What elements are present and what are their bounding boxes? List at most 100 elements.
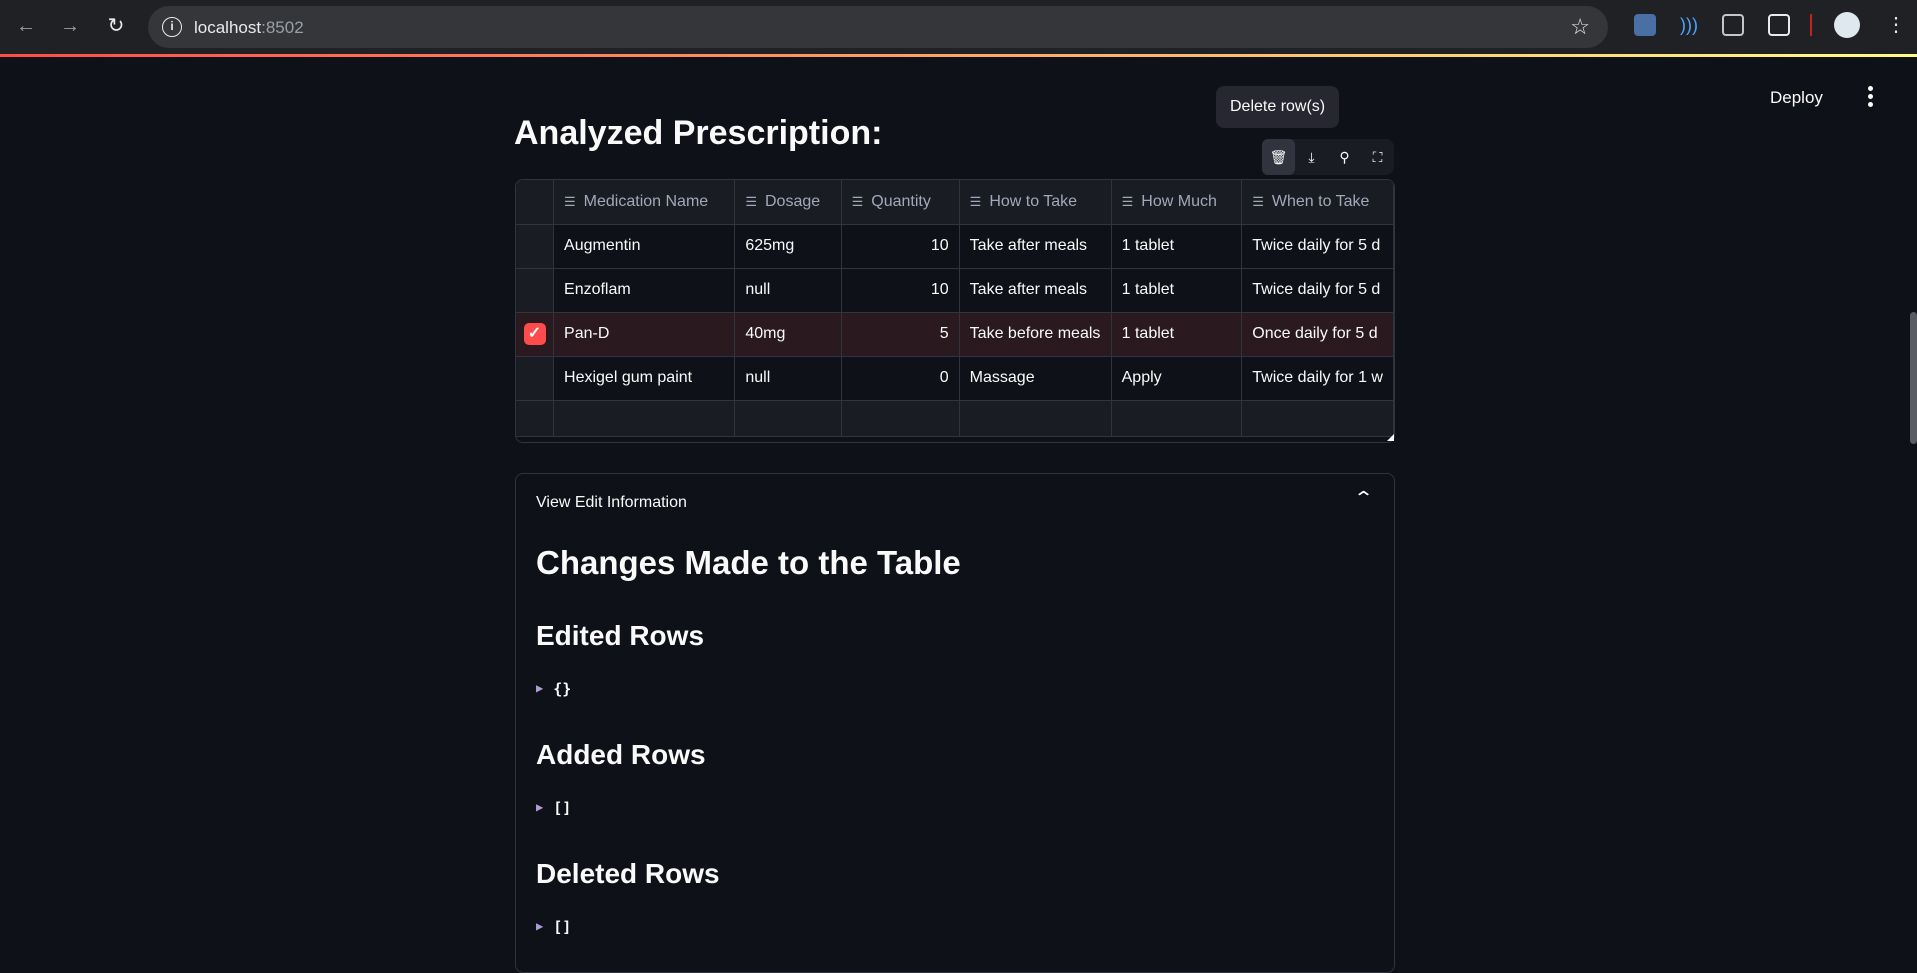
table-cell[interactable]: Apply bbox=[1111, 356, 1243, 401]
table-cell[interactable]: Pan-D bbox=[553, 312, 736, 357]
url-port: :8502 bbox=[261, 18, 304, 37]
reload-icon[interactable]: ↻ bbox=[102, 12, 130, 40]
json-value: [] bbox=[553, 918, 572, 936]
table-cell[interactable]: null bbox=[734, 356, 842, 401]
row-select-cell[interactable]: ✓ bbox=[516, 312, 555, 357]
json-value: [] bbox=[553, 799, 572, 817]
forward-arrow-icon[interactable]: → bbox=[56, 12, 84, 40]
browser-toolbar: ← → ↻ i localhost:8502 ☆ ))) ⋮ bbox=[0, 0, 1917, 54]
chevron-up-icon[interactable]: ⌃ bbox=[1353, 488, 1374, 509]
edit-info-expander: View Edit Information ⌃ Changes Made to … bbox=[515, 473, 1395, 973]
extension-icon-1[interactable] bbox=[1634, 14, 1656, 36]
data-editor-grid: ☰ Medication Name ☰ Dosage ☰ Quantity ☰ How … bbox=[515, 179, 1395, 443]
table-cell[interactable]: Twice daily for 5 d bbox=[1241, 268, 1394, 313]
trash-icon[interactable]: 🗑 bbox=[1262, 139, 1295, 175]
deleted-rows-heading: Deleted Rows bbox=[536, 858, 720, 889]
grid-resize-handle[interactable] bbox=[1387, 434, 1394, 441]
toolbar-divider bbox=[1810, 14, 1812, 36]
fullscreen-icon[interactable]: ⛶ bbox=[1361, 139, 1394, 175]
table-cell[interactable]: Hexigel gum paint bbox=[553, 356, 736, 401]
table-cell[interactable]: 1 tablet bbox=[1111, 268, 1243, 313]
table-cell[interactable]: Twice daily for 1 w bbox=[1241, 356, 1394, 401]
added-rows-heading: Added Rows bbox=[536, 739, 706, 770]
table-row[interactable]: Hexigel gum paint null 0 Massage Apply T… bbox=[516, 356, 1394, 401]
table-cell[interactable] bbox=[1111, 400, 1243, 437]
download-icon[interactable]: ⤓ bbox=[1295, 139, 1328, 175]
column-header-how-to-take[interactable]: ☰ How to Take bbox=[959, 180, 1112, 225]
extensions-puzzle-icon[interactable] bbox=[1768, 14, 1790, 36]
table-cell[interactable]: Augmentin bbox=[553, 224, 736, 269]
grid-toolbar: 🗑 ⤓ ⚲ ⛶ bbox=[1262, 139, 1394, 175]
select-all-cell[interactable] bbox=[516, 180, 555, 225]
table-row[interactable]: Enzoflam null 10 Take after meals 1 tabl… bbox=[516, 268, 1394, 313]
column-header-medication-name[interactable]: ☰ Medication Name bbox=[553, 180, 736, 225]
table-cell[interactable]: 5 bbox=[841, 312, 960, 357]
column-header-quantity[interactable]: ☰ Quantity bbox=[841, 180, 960, 225]
table-cell[interactable] bbox=[841, 400, 960, 437]
table-cell[interactable]: 625mg bbox=[734, 224, 842, 269]
table-cell[interactable] bbox=[553, 400, 736, 437]
table-cell[interactable]: 1 tablet bbox=[1111, 224, 1243, 269]
search-icon[interactable]: ⚲ bbox=[1328, 139, 1361, 175]
column-header-dosage[interactable]: ☰ Dosage bbox=[734, 180, 842, 225]
delete-rows-tooltip: Delete row(s) bbox=[1216, 86, 1340, 128]
added-rows-json[interactable]: ▶ [] bbox=[536, 799, 571, 817]
table-cell[interactable]: 10 bbox=[841, 268, 960, 313]
column-label: How Much bbox=[1141, 192, 1217, 210]
table-cell[interactable]: 0 bbox=[841, 356, 960, 401]
app-decoration-bar bbox=[0, 54, 1917, 57]
edit-column-icon: ☰ bbox=[969, 193, 982, 209]
row-select-cell[interactable] bbox=[516, 356, 555, 401]
table-cell[interactable]: Take after meals bbox=[959, 268, 1112, 313]
table-cell[interactable] bbox=[959, 400, 1112, 437]
url-text[interactable]: localhost:8502 bbox=[194, 18, 304, 38]
main-menu-icon[interactable] bbox=[1866, 86, 1874, 108]
deploy-button[interactable]: Deploy bbox=[1770, 88, 1823, 108]
table-cell[interactable] bbox=[516, 400, 555, 437]
bookmark-star-icon[interactable]: ☆ bbox=[1570, 14, 1590, 40]
table-cell[interactable]: null bbox=[734, 268, 842, 313]
table-cell[interactable]: Take before meals bbox=[959, 312, 1112, 357]
back-arrow-icon[interactable]: ← bbox=[12, 12, 40, 40]
caret-right-icon[interactable]: ▶ bbox=[536, 681, 543, 695]
table-cell[interactable]: Massage bbox=[959, 356, 1112, 401]
chrome-menu-icon[interactable]: ⋮ bbox=[1886, 14, 1906, 36]
site-info-icon[interactable]: i bbox=[162, 17, 182, 37]
expander-title[interactable]: View Edit Information bbox=[536, 494, 687, 512]
caret-right-icon[interactable]: ▶ bbox=[536, 800, 543, 814]
table-row[interactable]: Augmentin 625mg 10 Take after meals 1 ta… bbox=[516, 224, 1394, 269]
edit-column-icon: ☰ bbox=[1252, 193, 1264, 209]
row-select-cell[interactable] bbox=[516, 224, 555, 269]
table-cell[interactable]: Take after meals bbox=[959, 224, 1112, 269]
row-select-cell[interactable] bbox=[516, 268, 555, 313]
audio-extension-icon[interactable]: ))) bbox=[1678, 14, 1700, 36]
page-scrollbar[interactable] bbox=[1910, 312, 1917, 444]
profile-avatar[interactable] bbox=[1834, 12, 1860, 38]
table-cell[interactable]: Enzoflam bbox=[553, 268, 736, 313]
table-cell[interactable]: Twice daily for 5 d bbox=[1241, 224, 1394, 269]
table-cell[interactable]: 1 tablet bbox=[1111, 312, 1243, 357]
checkbox-checked-icon[interactable]: ✓ bbox=[523, 323, 546, 345]
column-label: How to Take bbox=[989, 192, 1078, 210]
page-title: Analyzed Prescription: bbox=[514, 114, 883, 152]
json-value: {} bbox=[553, 680, 572, 698]
column-header-when-to-take[interactable]: ☰ When to Take bbox=[1241, 180, 1394, 225]
table-row-selected[interactable]: ✓ Pan-D 40mg 5 Take before meals 1 table… bbox=[516, 312, 1394, 357]
edit-column-icon: ☰ bbox=[745, 193, 757, 209]
column-label: Medication Name bbox=[583, 192, 709, 210]
edit-column-icon: ☰ bbox=[564, 193, 576, 209]
table-cell[interactable]: 40mg bbox=[734, 312, 842, 357]
table-cell[interactable] bbox=[734, 400, 842, 437]
caret-right-icon[interactable]: ▶ bbox=[536, 919, 543, 933]
edit-column-icon: ☰ bbox=[1121, 193, 1134, 209]
reading-list-icon[interactable] bbox=[1722, 14, 1744, 36]
table-cell[interactable]: 10 bbox=[841, 224, 960, 269]
url-host: localhost bbox=[194, 18, 262, 37]
add-row[interactable] bbox=[516, 400, 1394, 437]
address-bar[interactable]: i localhost:8502 ☆ bbox=[148, 6, 1608, 48]
edited-rows-json[interactable]: ▶ {} bbox=[536, 680, 571, 698]
deleted-rows-json[interactable]: ▶ [] bbox=[536, 918, 571, 936]
table-cell[interactable] bbox=[1241, 400, 1394, 437]
column-header-how-much[interactable]: ☰ How Much bbox=[1111, 180, 1243, 225]
table-cell[interactable]: Once daily for 5 d bbox=[1241, 312, 1394, 357]
